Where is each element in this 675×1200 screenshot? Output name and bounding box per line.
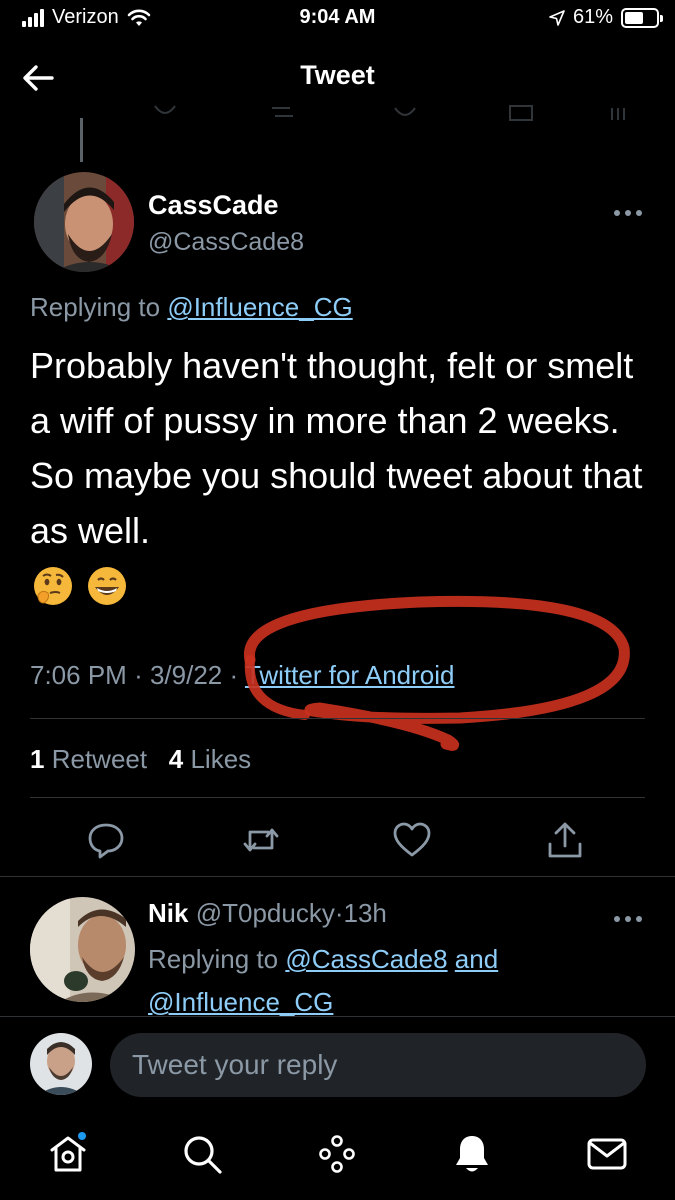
tab-search[interactable] — [180, 1132, 224, 1176]
meta-separator: · — [134, 660, 143, 690]
retweet-label[interactable]: Retweet — [52, 744, 147, 774]
previous-tweet-actions-faded — [0, 104, 675, 124]
reply-age: 13h — [343, 898, 387, 928]
tab-notifications[interactable] — [450, 1132, 494, 1176]
reply-author-avatar[interactable] — [30, 897, 135, 1002]
tweet-actions — [0, 812, 675, 868]
reply-button[interactable] — [86, 820, 126, 860]
battery-fill — [625, 11, 644, 24]
like-button[interactable] — [392, 820, 432, 860]
tweet-emojis — [32, 565, 128, 607]
more-options-button[interactable] — [613, 198, 643, 224]
replying-prefix: Replying to — [30, 292, 161, 322]
author-avatar[interactable] — [34, 172, 134, 272]
thread-connector-line — [80, 118, 83, 162]
retweet-icon — [243, 828, 279, 852]
status-bar: Verizon 9:04 AM 61% — [0, 0, 675, 40]
mention-link[interactable]: @Influence_CG — [148, 987, 333, 1017]
reply-icon — [88, 823, 124, 859]
mail-icon — [587, 1138, 627, 1170]
battery-icon — [621, 7, 663, 28]
tweet-text: Probably haven't thought, felt or smelt … — [30, 345, 643, 551]
reply-author-name[interactable]: Nik — [148, 898, 188, 928]
status-right: 61% — [549, 6, 663, 29]
author-handle[interactable]: @CassCade8 — [148, 228, 304, 257]
mention-link[interactable]: @Influence_CG — [167, 292, 352, 322]
replying-prefix: Replying to — [148, 944, 279, 974]
like-label[interactable]: Likes — [190, 744, 251, 774]
bottom-tab-bar — [0, 1118, 675, 1200]
avatar-photo-illustration — [30, 897, 135, 1002]
retweet-button[interactable] — [241, 820, 281, 860]
replying-to-line: Replying to @Influence_CG — [30, 292, 353, 323]
retweet-count[interactable]: 1 — [30, 744, 44, 774]
bell-icon — [456, 1136, 488, 1172]
divider — [0, 1016, 675, 1017]
tweet-time: 7:06 PM — [30, 660, 127, 690]
page-title: Tweet — [300, 60, 375, 90]
search-icon — [184, 1136, 222, 1174]
tab-spaces[interactable] — [315, 1132, 359, 1176]
mention-and: and — [454, 944, 499, 974]
location-arrow-icon — [549, 9, 565, 26]
tab-messages[interactable] — [585, 1132, 629, 1176]
share-icon — [548, 822, 582, 858]
meta-separator: · — [229, 660, 239, 690]
more-horizontal-icon — [614, 916, 642, 922]
author-name[interactable]: CassCade — [148, 190, 279, 221]
reply-header: Nik @T0pducky·13h — [148, 898, 387, 929]
tweet-detail-screen: Verizon 9:04 AM 61% Tweet CassCade @Cass… — [0, 0, 675, 1200]
divider — [30, 718, 645, 719]
tweet-date: 3/9/22 — [149, 660, 223, 690]
divider — [30, 797, 645, 798]
tweet-source-link[interactable]: Twitter for Android — [245, 660, 455, 690]
thinking-face-emoji — [34, 567, 72, 605]
meta-separator: · — [334, 898, 344, 928]
share-button[interactable] — [545, 820, 585, 860]
reply-author-handle[interactable]: @T0pducky — [196, 898, 335, 928]
reply-replying-to-line: Replying to @CassCade8 and @Influence_CG — [148, 938, 498, 1024]
battery-percent: 61% — [572, 6, 613, 28]
more-horizontal-icon — [614, 210, 642, 216]
reply-more-options-button[interactable] — [613, 904, 643, 930]
heart-icon — [393, 822, 431, 857]
grinning-face-emoji — [88, 567, 126, 605]
engagement-stats: 1 Retweet 4 Likes — [30, 744, 251, 775]
avatar-photo-illustration — [30, 1033, 92, 1095]
reply-input[interactable] — [110, 1033, 646, 1097]
notification-dot — [78, 1132, 86, 1140]
tab-home[interactable] — [46, 1132, 90, 1176]
spaces-icon — [319, 1135, 355, 1173]
avatar-photo-illustration — [34, 172, 134, 272]
current-user-avatar[interactable] — [30, 1033, 92, 1095]
tweet-metadata: 7:06 PM · 3/9/22 · Twitter for Android — [30, 660, 454, 691]
faded-action-icons — [154, 105, 625, 121]
divider — [0, 876, 675, 877]
like-count[interactable]: 4 — [169, 744, 183, 774]
mention-link[interactable]: @CassCade8 — [285, 944, 447, 974]
